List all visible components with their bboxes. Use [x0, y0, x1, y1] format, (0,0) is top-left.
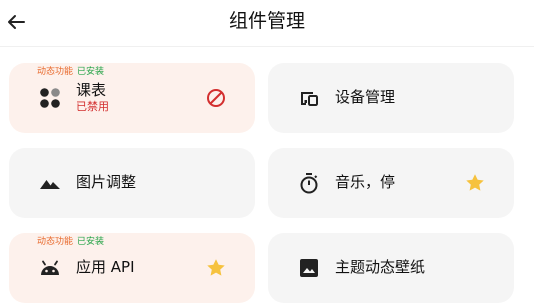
- widget-tags: 动态功能 已安装: [37, 66, 104, 78]
- page-title: 组件管理: [228, 10, 305, 32]
- widget-card-music-stop[interactable]: 音乐，停: [268, 148, 514, 218]
- widget-card-image-adjust[interactable]: 图片调整: [9, 148, 255, 218]
- grid-dots-icon: [38, 86, 62, 110]
- landscape-icon: [38, 171, 62, 195]
- widget-label: 课表: [76, 81, 107, 99]
- widget-card-device-management[interactable]: 设备管理: [268, 63, 514, 133]
- widget-label: 音乐，停: [335, 173, 396, 191]
- header-divider: [0, 46, 534, 47]
- timer-icon: [297, 171, 321, 195]
- dynamic-feature-tag: 动态功能: [37, 237, 74, 247]
- disabled-icon[interactable]: [205, 87, 227, 109]
- star-icon[interactable]: [464, 172, 486, 194]
- installed-tag: 已安装: [77, 237, 105, 247]
- widget-label: 主题动态壁纸: [335, 258, 426, 276]
- dynamic-feature-tag: 动态功能: [37, 67, 74, 77]
- widget-label: 应用 API: [76, 258, 135, 276]
- installed-tag: 已安装: [77, 67, 105, 77]
- image-icon: [297, 256, 321, 280]
- widget-label: 设备管理: [335, 88, 396, 106]
- devices-icon: [297, 86, 321, 110]
- widget-card-theme-wallpaper[interactable]: 主题动态壁纸: [268, 233, 514, 303]
- top-bar: 组件管理: [0, 0, 534, 44]
- widget-card-app-api[interactable]: 动态功能 已安装 应用 API: [9, 233, 255, 303]
- widget-label: 图片调整: [76, 173, 137, 191]
- star-icon[interactable]: [205, 257, 227, 279]
- widget-tags: 动态功能 已安装: [37, 236, 104, 248]
- widget-status: 已禁用: [76, 100, 109, 113]
- widget-card-schedule[interactable]: 动态功能 已安装 课表 已禁用: [9, 63, 255, 133]
- android-icon: [38, 256, 62, 280]
